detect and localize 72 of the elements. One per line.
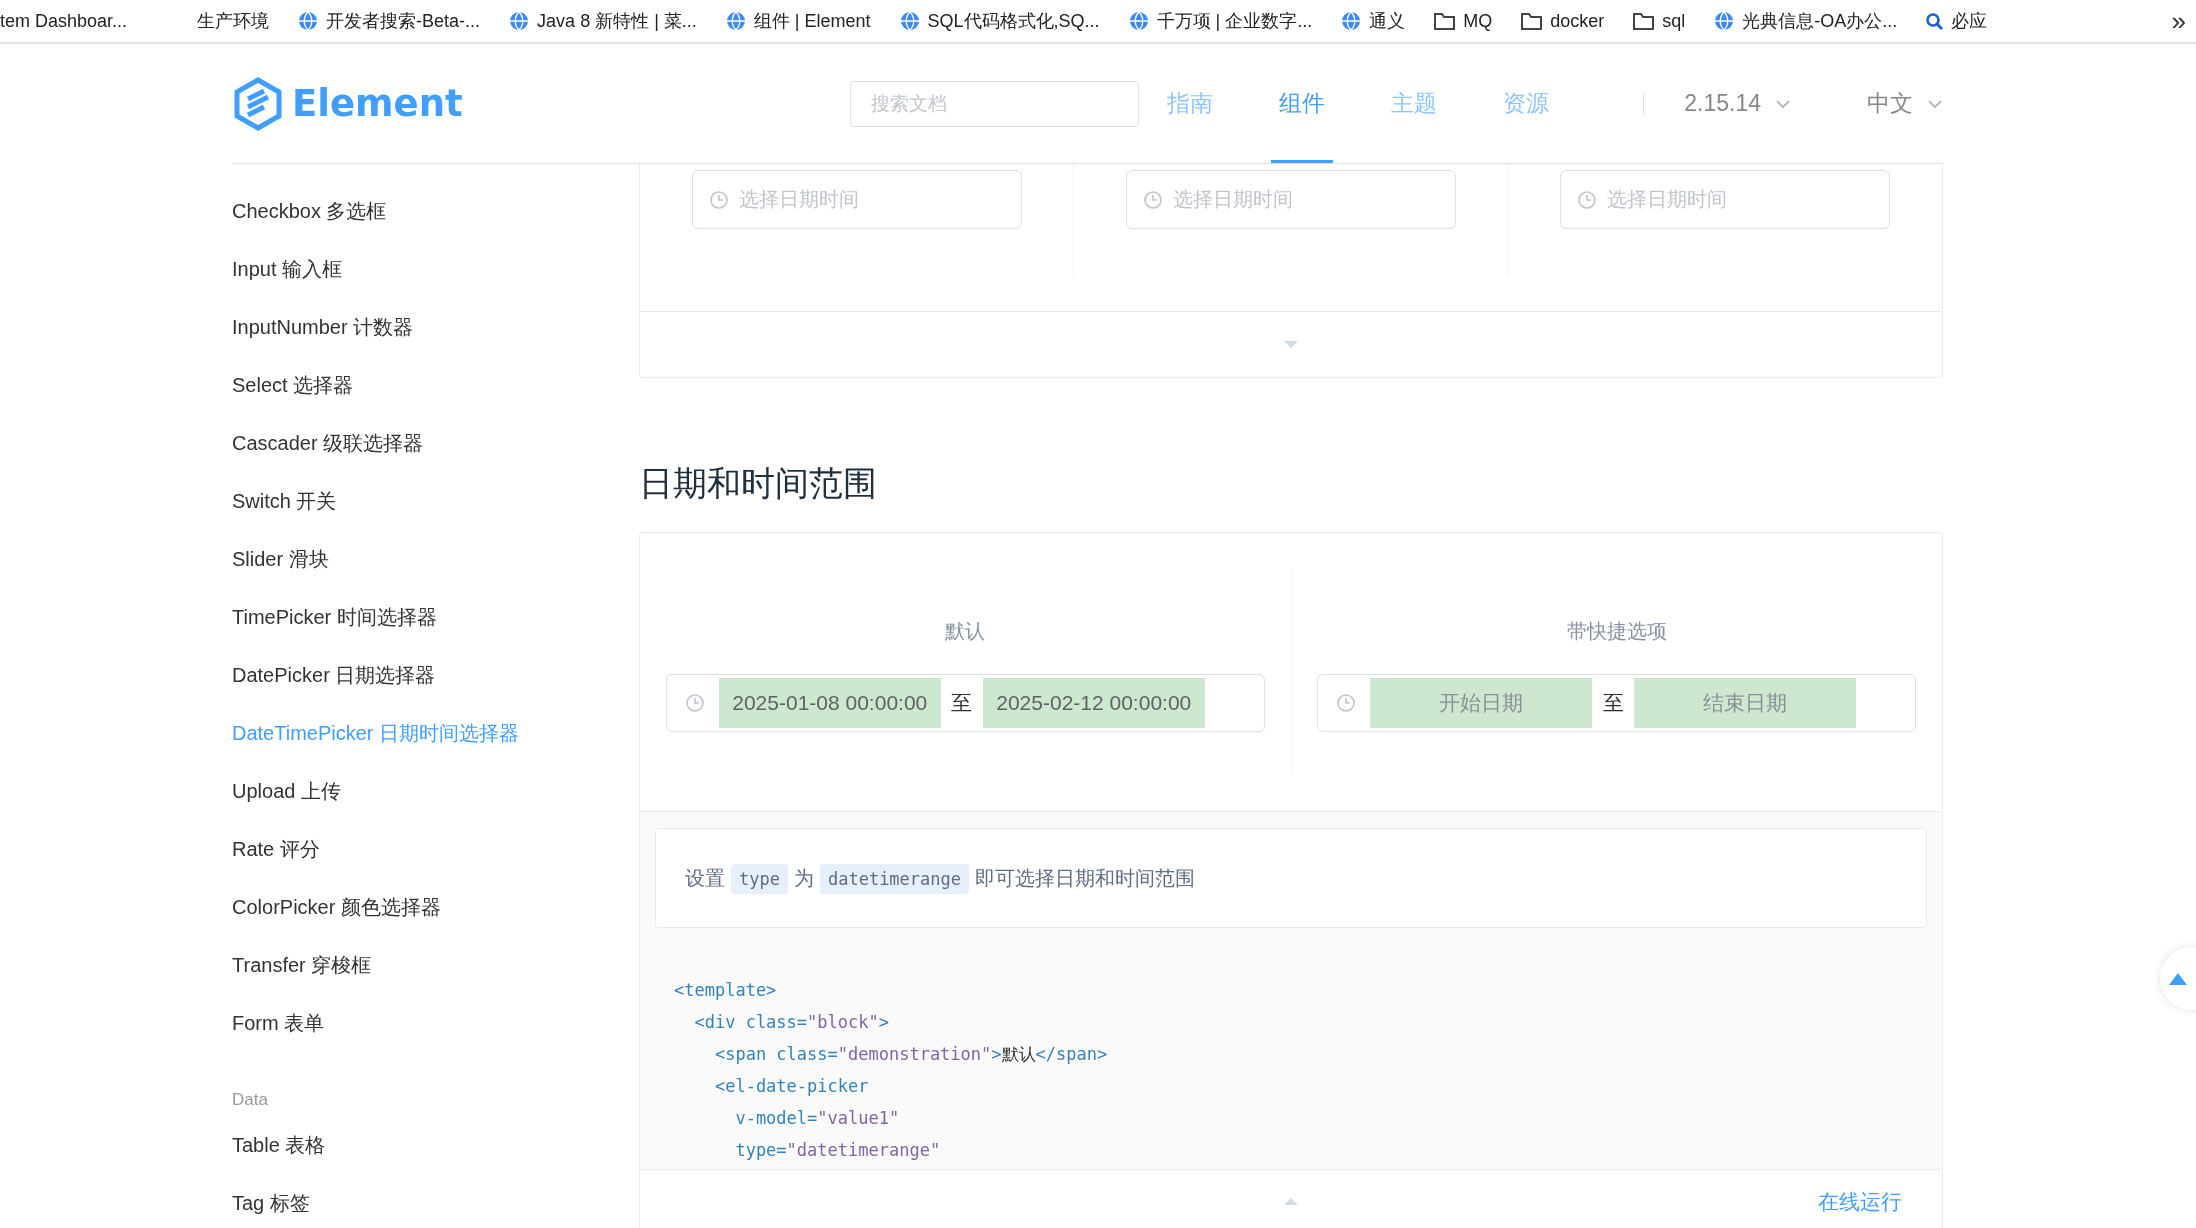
sidebar-link[interactable]: Switch 开关	[232, 487, 337, 515]
code-line: <span class="demonstration">默认</span>	[713, 1043, 1109, 1066]
bookmark-link[interactable]: 开发者搜索-Beta-...	[326, 9, 481, 33]
version-dropdown[interactable]: 2.15.14	[1684, 90, 1791, 117]
sidebar-link[interactable]: Slider 滑块	[232, 545, 329, 573]
code-line: <el-date-picker	[713, 1075, 870, 1098]
date-input[interactable]: 结束日期	[1634, 678, 1857, 728]
search-field[interactable]: 搜索文档	[850, 80, 1140, 127]
folder-icon	[1632, 10, 1656, 32]
sidebar-link[interactable]: Tag 标签	[232, 1189, 310, 1217]
globe-icon	[1340, 10, 1363, 32]
date-input[interactable]: 2025-02-12 00:00:00	[982, 678, 1205, 728]
clock-icon	[1577, 189, 1598, 210]
hexagon-logo-icon	[232, 76, 284, 131]
sidebar-link[interactable]: Rate 评分	[232, 835, 320, 863]
demo-label: 带快捷选项	[1566, 618, 1667, 644]
sidebar-link[interactable]: InputNumber 计数器	[232, 313, 414, 341]
bookmark-link[interactable]: 千万项 | 企业数字...	[1156, 9, 1313, 33]
bookmark-link[interactable]: MQ	[1463, 10, 1493, 32]
sidebar-group-label: Data	[232, 1090, 268, 1110]
section-heading: 日期和时间范围	[639, 463, 878, 504]
more-bookmarks-button[interactable]: »	[2171, 5, 2186, 37]
sidebar-link[interactable]: Select 选择器	[232, 371, 354, 399]
date-range-picker[interactable]: 2025-01-08 00:00:00 至 2025-02-12 00:00:00	[665, 674, 1265, 732]
bookmark-link[interactable]: 光典信息-OA办公...	[1742, 9, 1898, 33]
chevron-down-icon	[1927, 97, 1943, 110]
code-line: type="datetimerange"	[734, 1139, 942, 1162]
sidebar-link[interactable]: Upload 上传	[232, 777, 341, 805]
code-line: <div class="block">	[693, 1011, 890, 1034]
sidebar-link[interactable]: Transfer 穿梭框	[232, 951, 372, 979]
sidebar-link[interactable]: Form 表单	[232, 1009, 325, 1037]
clock-icon	[1336, 693, 1357, 713]
demo-label: 默认	[945, 618, 986, 644]
description-text: 设置 type 为 datetimerange 即可选择日期和时间范围	[685, 864, 1195, 892]
folder-icon	[1433, 10, 1457, 32]
sidebar-link[interactable]: TimePicker 时间选择器	[232, 603, 437, 631]
clock-icon	[1143, 189, 1163, 210]
chevron-down-icon	[1775, 97, 1791, 110]
bookmark-link[interactable]: 必应	[1951, 9, 1988, 33]
globe-icon	[508, 10, 531, 32]
bookmark-link[interactable]: tem Dashboar...	[0, 10, 128, 32]
triangle-up-icon	[2168, 972, 2187, 985]
globe-icon	[898, 10, 921, 32]
caret-down-icon	[1284, 341, 1298, 348]
globe-icon	[1127, 10, 1150, 32]
bookmark-link[interactable]: 组件 | Element	[753, 9, 871, 33]
sidebar-link[interactable]: Checkbox 多选框	[232, 197, 387, 225]
globe-icon	[1713, 10, 1736, 32]
bookmark-link[interactable]: 生产环境	[197, 9, 270, 33]
code-line: <template>	[674, 979, 778, 1002]
date-input[interactable]: 2025-01-08 00:00:00	[718, 678, 941, 728]
bookmark-link[interactable]: sql	[1662, 10, 1686, 32]
bookmark-link[interactable]: Java 8 新特性 | 菜...	[537, 9, 697, 33]
caret-up-icon	[1284, 1198, 1298, 1205]
bookmark-link[interactable]: docker	[1550, 10, 1605, 32]
clock-icon	[684, 693, 705, 713]
date-range-picker[interactable]: 开始日期 至 结束日期	[1317, 674, 1917, 732]
date-input[interactable]: 开始日期	[1370, 678, 1593, 728]
bookmark-link[interactable]: SQL代码格式化,SQ...	[927, 9, 1100, 33]
globe-icon	[724, 10, 747, 32]
sidebar-link[interactable]: ColorPicker 颜色选择器	[232, 893, 441, 921]
sidebar-link[interactable]: Cascader 级联选择器	[232, 429, 424, 457]
sidebar-link[interactable]: DatePicker 日期选择器	[232, 661, 436, 689]
globe-icon	[297, 10, 320, 32]
bookmark-link[interactable]: 通义	[1369, 9, 1406, 33]
sidebar-link[interactable]: Input 输入框	[232, 255, 343, 283]
sidebar-link[interactable]: Table 表格	[232, 1131, 326, 1159]
folder-icon	[1520, 10, 1544, 32]
code-line: v-model="value1"	[734, 1107, 901, 1130]
clock-icon	[708, 189, 729, 210]
language-dropdown[interactable]: 中文	[1867, 88, 1943, 119]
search-icon	[1925, 11, 1945, 31]
